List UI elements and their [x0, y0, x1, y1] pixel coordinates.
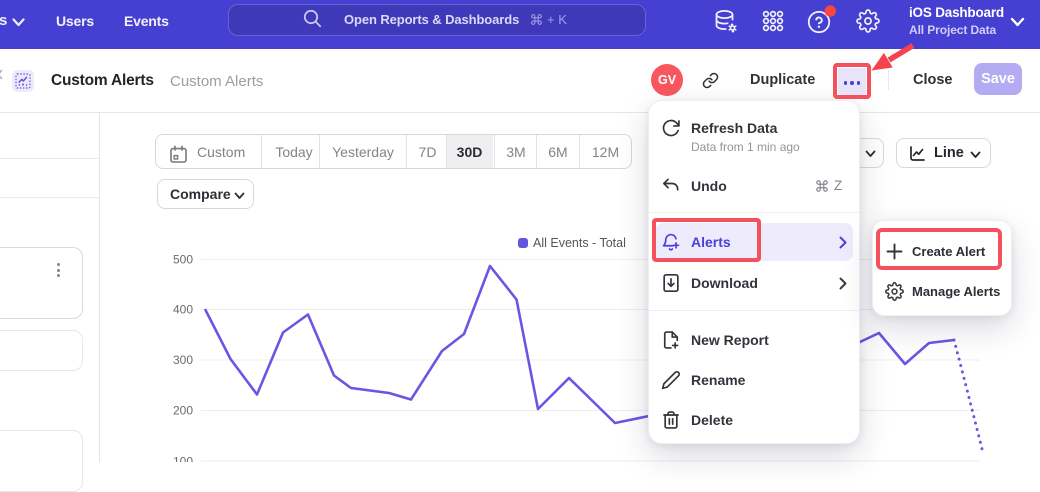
svg-text:500: 500 [173, 253, 193, 267]
svg-text:400: 400 [173, 303, 193, 317]
svg-text:100: 100 [173, 455, 193, 463]
svg-text:300: 300 [173, 353, 193, 367]
svg-text:200: 200 [173, 404, 193, 418]
